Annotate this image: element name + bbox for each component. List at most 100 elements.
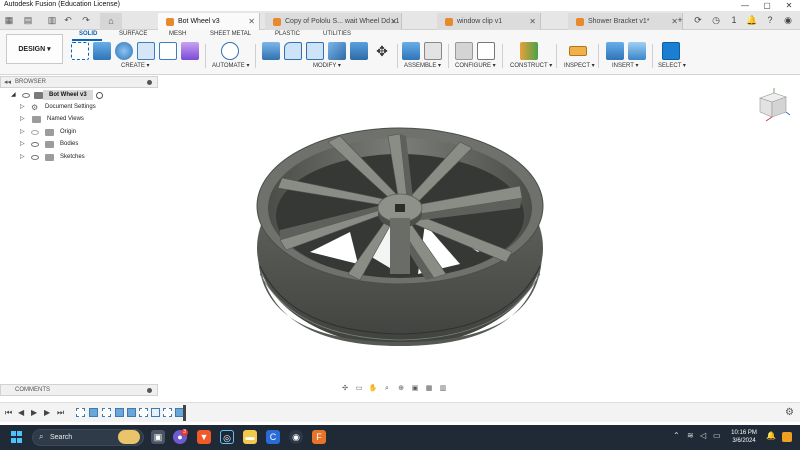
fit-icon[interactable]: ⊕ (396, 384, 406, 394)
collapsed-triangle-icon[interactable]: ▷ (20, 127, 25, 138)
step-forward-icon[interactable]: ▶ (44, 408, 50, 417)
minimize-button[interactable]: — (734, 0, 756, 11)
notifications-bell-icon[interactable]: 🔔 (766, 431, 776, 440)
timeline-marker[interactable] (183, 405, 186, 421)
panel-pin-icon[interactable] (147, 388, 152, 393)
pattern-icon[interactable] (159, 42, 177, 60)
select-icon[interactable] (662, 42, 680, 60)
brave-browser-icon[interactable]: ▼ (197, 430, 211, 444)
tab-solid[interactable]: SOLID (79, 31, 97, 37)
create-sketch-icon[interactable] (71, 42, 89, 60)
search-highlight-icon[interactable] (118, 430, 140, 444)
configure-icon[interactable] (455, 42, 473, 60)
tab-surface[interactable]: SURFACE (119, 31, 147, 37)
wheel-model[interactable] (250, 124, 550, 354)
timeline-sketch-icon[interactable] (139, 408, 148, 417)
panel-pin-icon[interactable] (147, 80, 152, 85)
file-menu-icon[interactable]: ▤ (22, 14, 34, 26)
copilot-icon[interactable] (782, 432, 792, 442)
tab-mesh[interactable]: MESH (169, 31, 186, 37)
help-icon[interactable]: ? (764, 14, 776, 26)
automate-icon[interactable] (221, 42, 239, 60)
user-avatar-icon[interactable]: ◉ (782, 14, 794, 26)
new-component-icon[interactable] (402, 42, 420, 60)
collapsed-triangle-icon[interactable]: ▷ (20, 152, 25, 163)
move-copy-icon[interactable]: ✥ (373, 42, 391, 60)
undo-icon[interactable]: ↶ (62, 14, 74, 26)
job-status-icon[interactable]: ◷ (710, 14, 722, 26)
orbit-icon[interactable]: ✣ (340, 384, 350, 394)
app-grid-icon[interactable]: ▦ (3, 14, 15, 26)
volume-icon[interactable]: ◁ (700, 431, 706, 440)
timeline-extrude-icon[interactable] (127, 408, 136, 417)
configuration-table-icon[interactable] (477, 42, 495, 60)
collapsed-triangle-icon[interactable]: ▷ (20, 114, 25, 125)
tab-sheet-metal[interactable]: SHEET METAL (210, 31, 251, 37)
windows-start-icon[interactable] (11, 431, 23, 443)
go-to-end-icon[interactable]: ⏭ (57, 408, 64, 418)
extrude-icon[interactable] (93, 42, 111, 60)
joint-icon[interactable] (424, 42, 442, 60)
shell-icon[interactable] (328, 42, 346, 60)
timeline-sketch-icon[interactable] (102, 408, 111, 417)
automate-menu[interactable]: AUTOMATE ▾ (212, 62, 249, 69)
new-tab-icon[interactable]: + (674, 14, 686, 26)
tree-item-bodies[interactable]: ▷ Bodies (0, 139, 158, 150)
taskbar-clock[interactable]: 10:16 PM 3/6/2024 (726, 429, 762, 445)
hidden-eye-icon[interactable] (31, 130, 39, 135)
select-menu[interactable]: SELECT ▾ (658, 62, 686, 69)
tab-shower-bracket[interactable]: Shower Bracket v1* ✕ (568, 13, 683, 30)
redo-icon[interactable]: ↷ (80, 14, 92, 26)
look-at-icon[interactable]: ▭ (354, 384, 364, 394)
collapse-arrow-icon[interactable]: ◂◂ (4, 78, 11, 86)
task-view-icon[interactable]: ▣ (151, 430, 165, 444)
create-form-icon[interactable] (181, 42, 199, 60)
steam-icon[interactable]: ◎ (220, 430, 234, 444)
insert-derive-icon[interactable] (606, 42, 624, 60)
maximize-button[interactable]: ▢ (756, 0, 778, 11)
battery-icon[interactable]: ▭ (713, 431, 721, 440)
close-tab-icon[interactable]: ✕ (390, 13, 397, 30)
file-explorer-icon[interactable]: ▬ (243, 430, 257, 444)
create-menu[interactable]: CREATE ▾ (121, 62, 150, 69)
tab-utilities[interactable]: UTILITIES (323, 31, 351, 37)
visibility-eye-icon[interactable] (31, 142, 39, 147)
calendar-app-icon[interactable]: C (266, 430, 280, 444)
comments-panel-header[interactable]: COMMENTS (0, 384, 158, 396)
combine-icon[interactable] (350, 42, 368, 60)
configure-menu[interactable]: CONFIGURE ▾ (455, 62, 496, 69)
visibility-eye-icon[interactable] (31, 155, 39, 160)
tree-item-origin[interactable]: ▷ Origin (0, 127, 158, 138)
timeline-sketch-icon[interactable] (76, 408, 85, 417)
revolve-icon[interactable] (115, 42, 133, 60)
offset-plane-icon[interactable] (520, 42, 538, 60)
expanded-triangle-icon[interactable]: ◢ (11, 90, 16, 101)
timeline-sketch-icon[interactable] (163, 408, 172, 417)
workspace-switcher-button[interactable]: DESIGN ▾ (6, 34, 63, 64)
fillet-icon[interactable] (284, 42, 302, 60)
press-pull-icon[interactable] (262, 42, 280, 60)
chamfer-icon[interactable] (306, 42, 324, 60)
chromium-app-icon[interactable]: ◉ (289, 430, 303, 444)
inspect-menu[interactable]: INSPECT ▾ (564, 62, 595, 69)
insert-menu[interactable]: INSERT ▾ (612, 62, 638, 69)
tab-bot-wheel[interactable]: Bot Wheel v3 ✕ (158, 13, 260, 30)
activate-radio-icon[interactable] (96, 92, 103, 99)
modify-menu[interactable]: MODIFY ▾ (313, 62, 341, 69)
browser-panel-header[interactable]: ◂◂ BROWSER (0, 76, 158, 88)
close-tab-icon[interactable]: ✕ (248, 13, 255, 30)
wifi-icon[interactable]: ≋ (687, 431, 694, 440)
view-cube[interactable] (752, 84, 792, 124)
collapsed-triangle-icon[interactable]: ▷ (20, 102, 25, 113)
display-settings-icon[interactable]: ▣ (410, 384, 420, 394)
timeline-settings-gear-icon[interactable]: ⚙ (785, 407, 794, 418)
collapsed-triangle-icon[interactable]: ▷ (20, 139, 25, 150)
step-back-icon[interactable]: ◀ (18, 408, 24, 417)
viewports-icon[interactable]: ▥ (438, 384, 448, 394)
timeline-extrude-icon[interactable] (89, 408, 98, 417)
tab-pololu-wheel[interactable]: Copy of Pololu S... wait Wheel Dd v1 ✕ (265, 13, 402, 30)
grid-settings-icon[interactable]: ▦ (424, 384, 434, 394)
construct-menu[interactable]: CONSTRUCT ▾ (510, 62, 552, 69)
visibility-eye-icon[interactable] (22, 93, 30, 98)
extensions-icon[interactable]: ⟳ (692, 14, 704, 26)
